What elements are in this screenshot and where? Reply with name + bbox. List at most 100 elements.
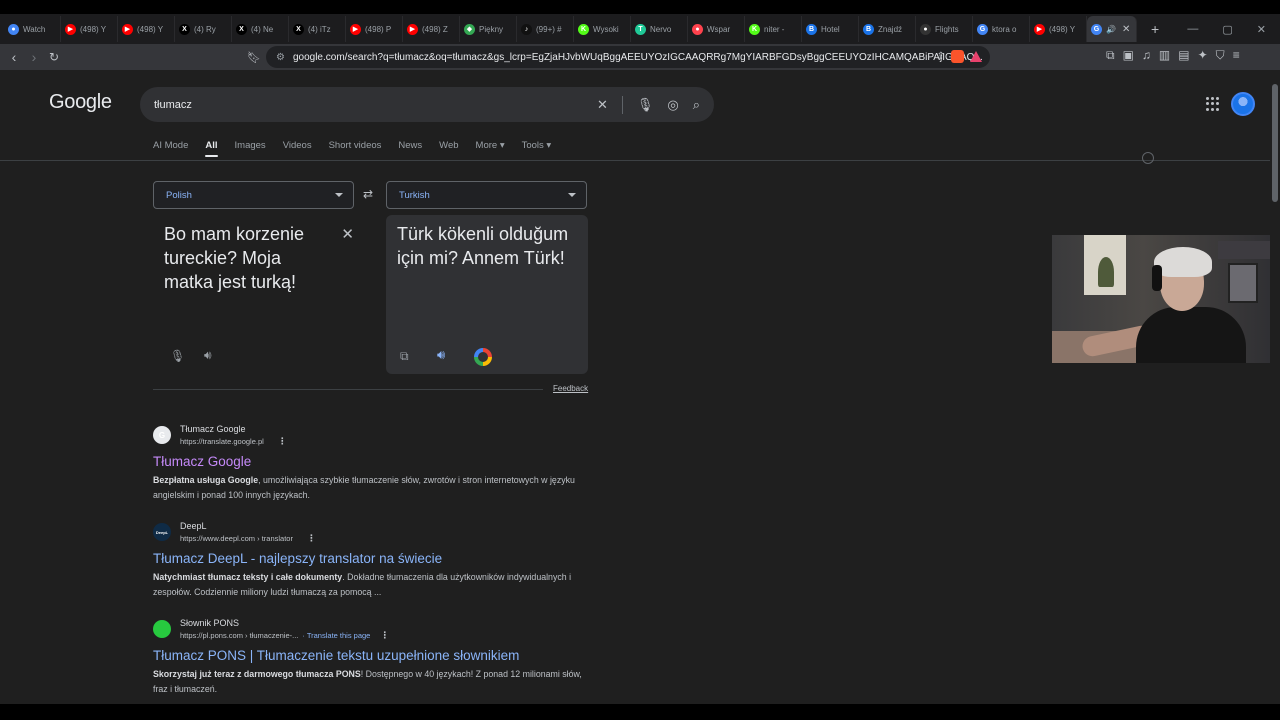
- snippet-bold: Skorzystaj już teraz z darmowego tłumacz…: [153, 669, 361, 679]
- extensions-icon[interactable]: ⧉: [1106, 48, 1115, 63]
- clear-search-icon[interactable]: ✕: [597, 97, 608, 113]
- browser-tab[interactable]: Kniter -: [745, 16, 802, 42]
- leo-ai-icon[interactable]: ✦: [1198, 48, 1208, 63]
- search-icon[interactable]: ⌕: [693, 97, 700, 113]
- forward-icon[interactable]: ›: [24, 49, 44, 65]
- swap-languages-icon[interactable]: ⇄: [363, 187, 373, 201]
- brave-shields-icon[interactable]: [951, 50, 964, 63]
- divider: [621, 95, 623, 114]
- back-icon[interactable]: ‹: [4, 49, 24, 65]
- result-source[interactable]: G Tłumacz Google https://translate.google.…: [153, 423, 593, 449]
- site-info-icon[interactable]: ⚙: [276, 52, 285, 63]
- browser-tab[interactable]: X (4) iTz: [289, 16, 346, 42]
- search-tab[interactable]: Short videos: [329, 140, 382, 160]
- maximize-button[interactable]: ▢: [1222, 23, 1232, 36]
- search-tab[interactable]: Tools ▾: [522, 140, 552, 160]
- target-language-select[interactable]: Turkish: [386, 181, 587, 209]
- browser-tab[interactable]: B Hotel: [802, 16, 859, 42]
- brave-rewards-icon[interactable]: [970, 51, 982, 62]
- source-text[interactable]: Bo mam korzenie tureckie? Moja matka jes…: [164, 222, 324, 294]
- search-tab[interactable]: Web: [439, 140, 458, 160]
- browser-tab[interactable]: X (4) Ry: [175, 16, 232, 42]
- browser-tab[interactable]: K Wysoki: [574, 16, 631, 42]
- audio-playing-icon[interactable]: 🔊: [1106, 25, 1116, 34]
- new-tab-button[interactable]: +: [1151, 21, 1159, 37]
- wallet-icon[interactable]: ▤: [1178, 48, 1189, 63]
- browser-tab-bar: ● Watch ▶ (498) Y ▶ (498) Y X (4) Ry X (4) Ne X (4)…: [0, 14, 1280, 44]
- account-avatar[interactable]: [1231, 92, 1255, 116]
- watch-icon: ●: [8, 23, 19, 35]
- google-icon: G: [1091, 23, 1102, 35]
- open-google-translate-icon[interactable]: [474, 348, 492, 366]
- share-icon[interactable]: ⇪: [937, 51, 945, 62]
- clear-text-icon[interactable]: ✕: [341, 225, 354, 243]
- result-title-link[interactable]: Tłumacz DeepL - najlepszy translator na …: [153, 550, 593, 568]
- result-title-link[interactable]: Tłumacz PONS | Tłumaczenie tekstu uzupeł…: [153, 647, 593, 665]
- search-tab[interactable]: All: [205, 140, 218, 160]
- browser-tab[interactable]: ▶ (498) Y: [61, 16, 118, 42]
- result-source[interactable]: DeepL DeepL https://www.deepl.com › transl…: [153, 520, 593, 546]
- more-options-icon[interactable]: ⋮: [307, 532, 316, 544]
- result-source[interactable]: Słownik PONS https://pl.pons.com › tłumac…: [153, 617, 593, 643]
- listen-translation-icon[interactable]: 🔊︎: [437, 347, 445, 363]
- browser-tab[interactable]: ▶ (498) Z: [403, 16, 460, 42]
- result-url-line: https://www.deepl.com › translator ⋮: [180, 532, 316, 545]
- browser-tab[interactable]: ▶ (498) Y: [118, 16, 175, 42]
- translate-page-link[interactable]: · Translate this page: [302, 631, 370, 640]
- search-tab[interactable]: Images: [235, 140, 266, 160]
- webcam-overlay: [1052, 235, 1280, 363]
- screenshot-icon[interactable]: ▣: [1123, 48, 1134, 63]
- search-box[interactable]: ✕ 🎙︎ ◎ ⌕: [140, 87, 714, 122]
- copy-icon[interactable]: ⧉: [400, 349, 409, 364]
- search-tab[interactable]: Videos: [283, 140, 312, 160]
- result-snippet: Skorzystaj już teraz z darmowego tłumacz…: [153, 667, 593, 697]
- browser-tab[interactable]: ● Flights: [916, 16, 973, 42]
- reload-icon[interactable]: ↻: [44, 50, 64, 64]
- media-icon[interactable]: ♫: [1142, 48, 1151, 63]
- active-browser-tab[interactable]: G 🔊 ✕: [1087, 16, 1137, 42]
- listen-source-icon[interactable]: 🔊︎: [204, 348, 212, 363]
- microphone-icon[interactable]: 🎙︎: [170, 349, 185, 363]
- lens-search-icon[interactable]: ◎: [667, 97, 678, 113]
- browser-tab[interactable]: ● Watch: [4, 16, 61, 42]
- voice-search-icon[interactable]: 🎙︎: [637, 97, 654, 113]
- search-tab[interactable]: AI Mode: [153, 140, 188, 160]
- feedback-link[interactable]: Feedback: [553, 384, 588, 393]
- scrollbar-thumb[interactable]: [1272, 84, 1278, 202]
- close-window-button[interactable]: ✕: [1257, 23, 1266, 36]
- result-snippet: Bezpłatna usługa Google, umożliwiająca s…: [153, 473, 593, 503]
- search-tab[interactable]: More ▾: [476, 140, 505, 160]
- search-tab[interactable]: News: [398, 140, 422, 160]
- result-site-name: Tłumacz Google: [180, 424, 246, 434]
- sidebar-icon[interactable]: ▥: [1159, 48, 1170, 63]
- browser-tab[interactable]: X (4) Ne: [232, 16, 289, 42]
- browser-tab[interactable]: ◆ Piękny: [460, 16, 517, 42]
- url-bar[interactable]: ⚙ google.com/search?q=tłumacz&oq=tłumacz…: [266, 46, 990, 68]
- vpn-icon[interactable]: ⛉: [1216, 48, 1225, 63]
- result-url: https://pl.pons.com › tłumaczenie-...: [180, 631, 299, 640]
- close-tab-icon[interactable]: ✕: [1122, 24, 1130, 35]
- browser-tab[interactable]: T Nervo: [631, 16, 688, 42]
- more-options-icon[interactable]: ⋮: [278, 435, 287, 447]
- google-logo[interactable]: Google: [49, 91, 112, 114]
- google-icon: G: [977, 23, 988, 35]
- browser-tab[interactable]: ● Wspar: [688, 16, 745, 42]
- more-options-icon[interactable]: ⋮: [380, 629, 389, 641]
- google-apps-icon[interactable]: [1206, 97, 1220, 111]
- search-input[interactable]: [154, 98, 574, 111]
- result-title-link[interactable]: Tłumacz Google: [153, 453, 593, 471]
- source-language-label: Polish: [166, 189, 192, 201]
- github-icon: ●: [920, 23, 931, 35]
- minimize-button[interactable]: —: [1187, 23, 1198, 35]
- browser-tab[interactable]: ▶ (498) P: [346, 16, 403, 42]
- browser-tab[interactable]: ▶ (498) Y: [1030, 16, 1087, 42]
- source-text-pane[interactable]: Bo mam korzenie tureckie? Moja matka jes…: [153, 215, 354, 374]
- bookmark-icon[interactable]: 🔖︎: [244, 51, 264, 64]
- browser-tab[interactable]: Gktora o: [973, 16, 1030, 42]
- youtube-icon: ▶: [1034, 23, 1045, 35]
- window-controls: — ▢ ✕: [1187, 14, 1266, 44]
- browser-tab[interactable]: B Znajdź: [859, 16, 916, 42]
- browser-tab[interactable]: ♪ (99+) #: [517, 16, 574, 42]
- source-language-select[interactable]: Polish: [153, 181, 354, 209]
- menu-icon[interactable]: ≡: [1233, 48, 1240, 63]
